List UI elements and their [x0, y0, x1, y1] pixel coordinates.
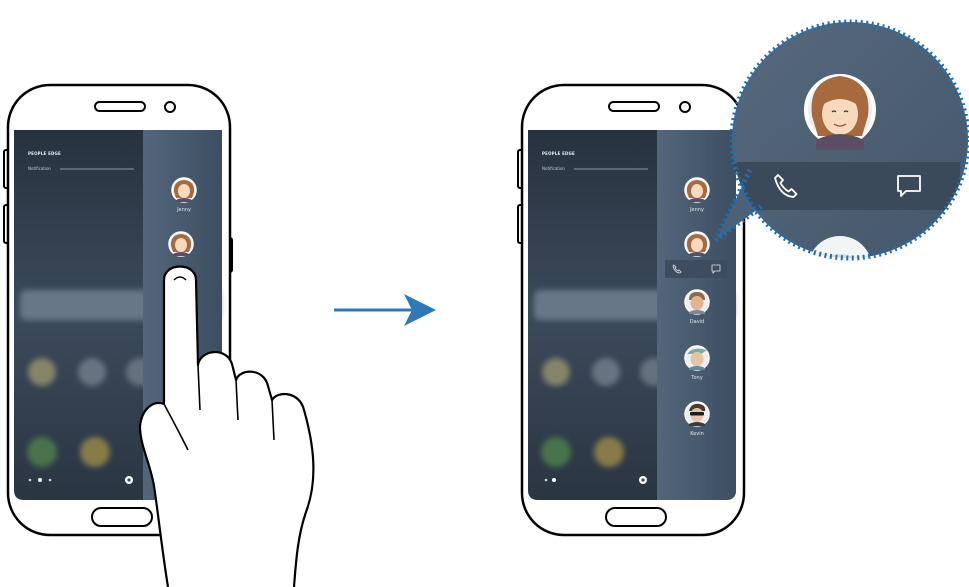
panel-title: PEOPLE EDGE: [542, 151, 575, 156]
avatar-man-sunglasses-icon: [684, 401, 710, 427]
panel-subtitle: Notification: [542, 166, 565, 171]
zoom-callout: [700, 0, 969, 290]
contact-name: Tony: [691, 375, 703, 381]
phone-icon[interactable]: [772, 172, 800, 200]
right-edge-contact-5[interactable]: Kevin: [677, 400, 717, 444]
right-edge-contact-4[interactable]: Tony: [677, 344, 717, 388]
contact-name: David: [689, 319, 705, 325]
message-icon[interactable]: [895, 172, 923, 200]
right-edge-contact-3[interactable]: David: [677, 288, 717, 332]
contact-name: Kevin: [690, 431, 704, 437]
avatar-man-icon: [684, 289, 710, 315]
settings-icon: [639, 476, 647, 484]
avatar-man-icon: [684, 345, 710, 371]
phone-icon[interactable]: [672, 264, 682, 274]
